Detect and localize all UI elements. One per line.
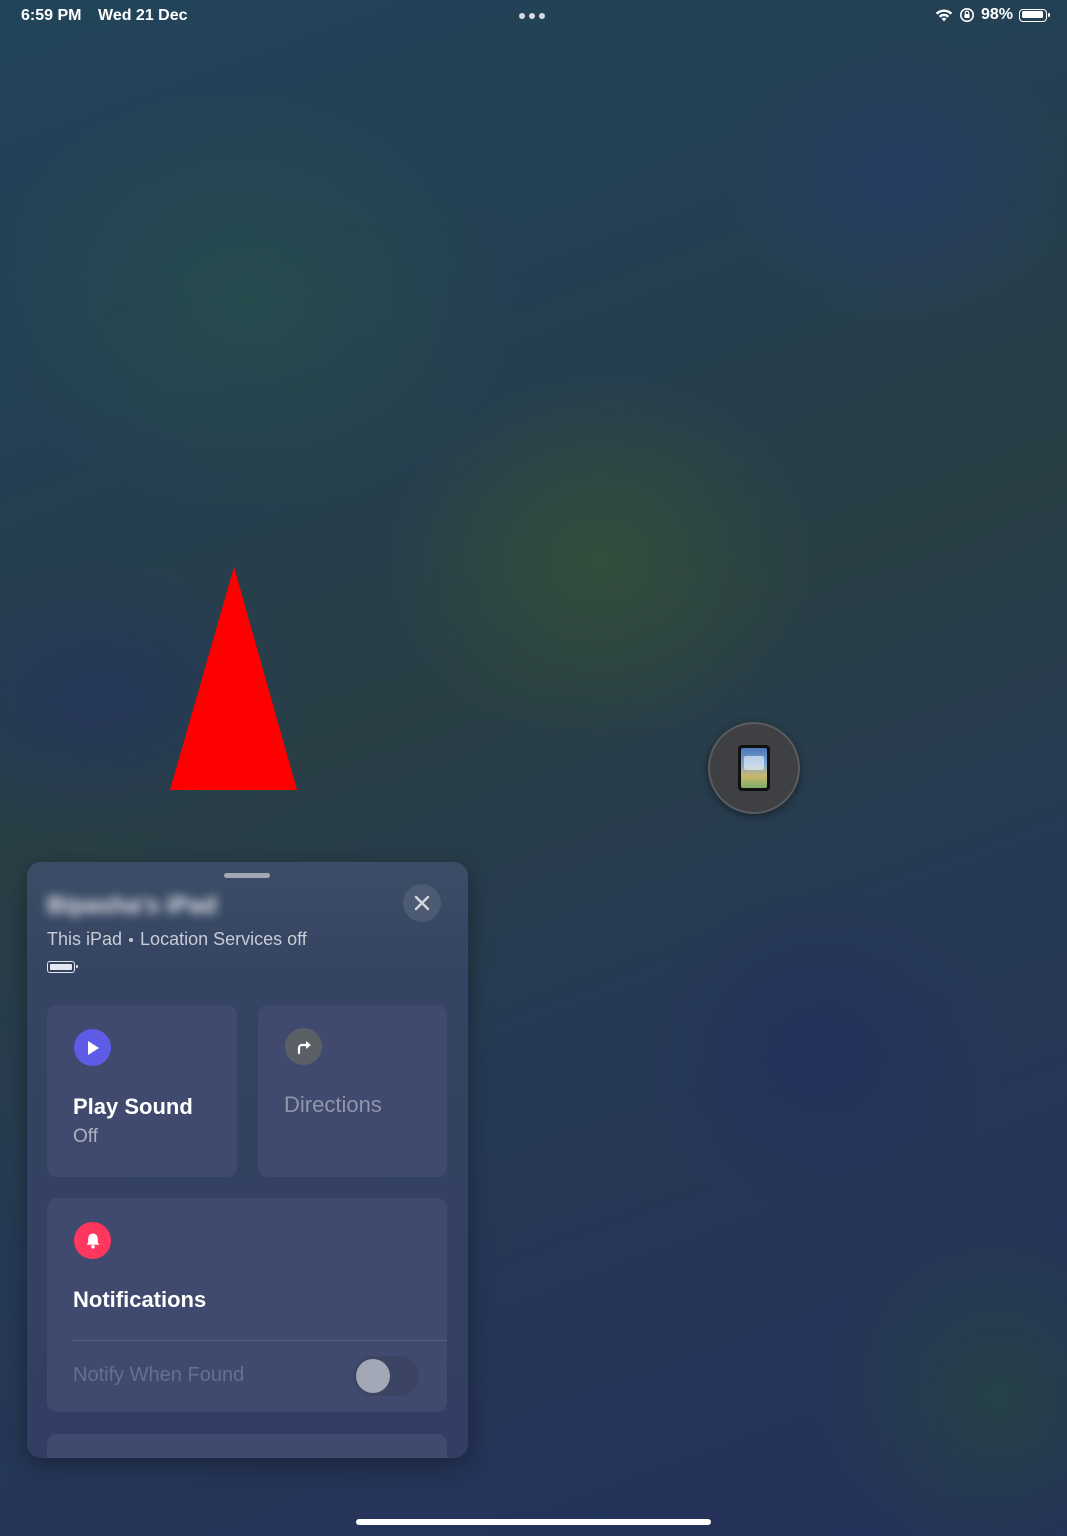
- close-icon: [414, 895, 430, 911]
- next-section-tile[interactable]: [47, 1434, 447, 1458]
- play-sound-title: Play Sound: [73, 1094, 193, 1119]
- battery-percent: 98%: [980, 6, 1013, 23]
- divider: [73, 1340, 447, 1341]
- battery-icon: [1019, 8, 1050, 22]
- device-detail-panel: Bipasha's iPad This iPad Location Servic…: [27, 862, 468, 1458]
- device-name: Bipasha's iPad: [47, 892, 217, 919]
- separator-dot: [129, 937, 134, 942]
- status-indicators: 98%: [935, 6, 1050, 24]
- screen: 6:59 PM Wed 21 Dec 98% Bipasha's iPad Th…: [0, 0, 1067, 1536]
- status-bar: 6:59 PM Wed 21 Dec 98%: [0, 0, 1067, 32]
- device-location-pin[interactable]: [708, 722, 800, 814]
- status-time: 6:59 PM: [21, 7, 82, 24]
- directions-arrow-icon: [285, 1028, 322, 1065]
- play-icon: [74, 1029, 111, 1066]
- notify-when-found-toggle[interactable]: [353, 1356, 419, 1396]
- device-subtitle: This iPad Location Services off: [47, 929, 307, 950]
- device-battery-icon: [47, 961, 78, 973]
- toggle-knob: [356, 1359, 390, 1393]
- notifications-section: Notifications Notify When Found: [47, 1198, 447, 1412]
- ipad-icon: [738, 745, 770, 791]
- subtitle-this-device: This iPad: [47, 929, 123, 949]
- notify-when-found-label: Notify When Found: [73, 1364, 245, 1386]
- multitasking-dots-icon[interactable]: [519, 13, 545, 19]
- wifi-icon: [935, 9, 953, 22]
- red-triangle-marker: [170, 567, 297, 790]
- directions-title: Directions: [284, 1092, 382, 1117]
- notifications-title: Notifications: [73, 1287, 207, 1312]
- home-indicator[interactable]: [356, 1519, 711, 1525]
- bell-icon: [74, 1222, 111, 1259]
- subtitle-location-status: Location Services off: [140, 929, 307, 949]
- close-button[interactable]: [403, 884, 441, 922]
- play-sound-status: Off: [73, 1126, 98, 1147]
- status-date: Wed 21 Dec: [98, 7, 188, 24]
- sheet-grabber[interactable]: [224, 873, 270, 878]
- play-sound-button[interactable]: Play Sound Off: [47, 1005, 237, 1177]
- orientation-lock-icon: [959, 8, 974, 22]
- directions-button[interactable]: Directions: [258, 1005, 447, 1177]
